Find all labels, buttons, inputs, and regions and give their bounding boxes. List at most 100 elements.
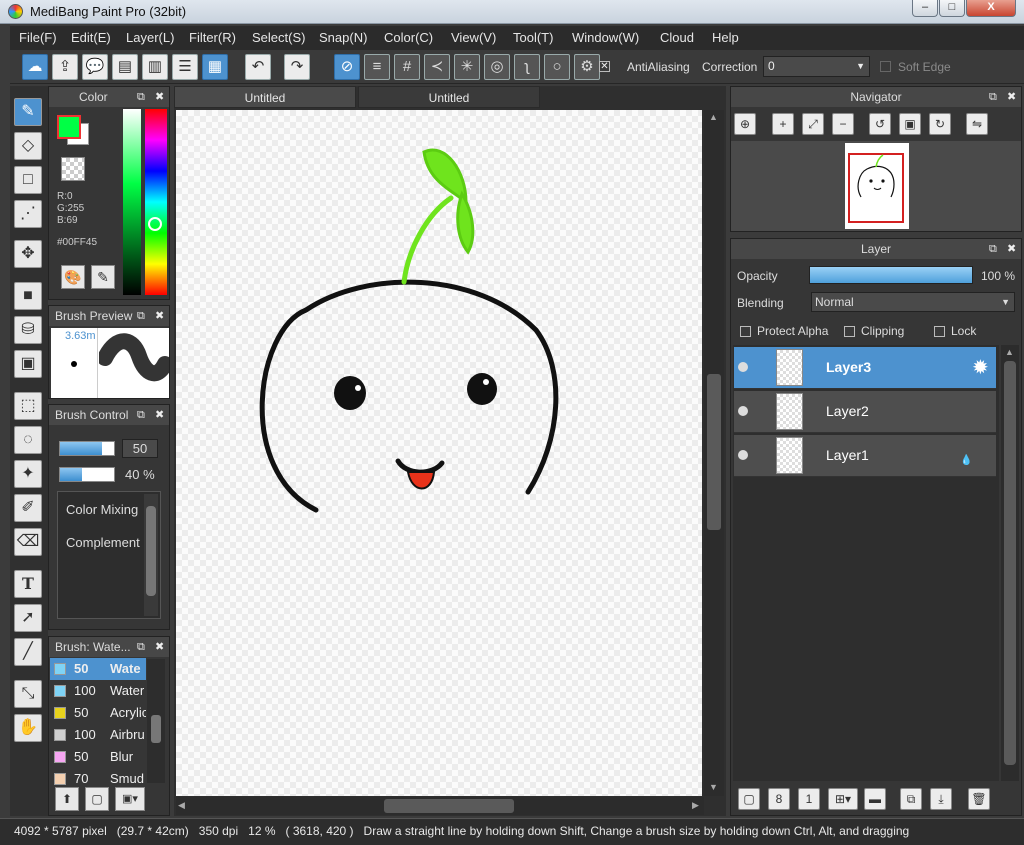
horizontal-scrollbar[interactable]: ◀ ▶ (176, 797, 704, 815)
snap-settings-icon[interactable]: ⚙ (574, 54, 600, 80)
maximize-button[interactable]: □ (939, 0, 965, 17)
eyedropper-icon[interactable]: ⤡ (14, 680, 42, 708)
horizontal-scroll-thumb[interactable] (384, 799, 514, 813)
new-layer-icon[interactable]: ▢ (738, 788, 760, 810)
cloud-sync-icon[interactable]: ☁ (22, 54, 48, 80)
visibility-icon[interactable] (738, 362, 748, 372)
menu-cloud[interactable]: Cloud (660, 30, 694, 45)
rotate-right-icon[interactable]: ↻ (929, 113, 951, 135)
eraser-tool-icon[interactable]: ◇ (14, 132, 42, 160)
popout-icon[interactable]: ⧉ (137, 87, 145, 107)
menu-help[interactable]: Help (712, 30, 739, 45)
menu-select[interactable]: Select(S) (252, 30, 305, 45)
visibility-icon[interactable] (738, 406, 748, 416)
redo-icon[interactable]: ↷ (284, 54, 310, 80)
brush-size-value[interactable]: 50 (122, 439, 158, 458)
brush-list-item[interactable]: 100 Water (50, 680, 146, 702)
close-icon[interactable]: ✖ (1007, 87, 1016, 107)
correction-select[interactable]: 0 ▼ (763, 56, 870, 77)
option-color-mixing[interactable]: Color Mixing (66, 502, 138, 517)
select-rect-icon[interactable]: ⬚ (14, 392, 42, 420)
parallel-snap-icon[interactable]: ≡ (364, 54, 390, 80)
popout-icon[interactable]: ⧉ (137, 405, 145, 425)
visibility-icon[interactable] (738, 450, 748, 460)
hue-slider[interactable] (145, 109, 167, 295)
vertical-scroll-thumb[interactable] (707, 374, 721, 530)
radial-snap-icon[interactable]: ✳ (454, 54, 480, 80)
brush-size-slider[interactable] (59, 441, 115, 456)
brush-list-item[interactable]: 50 Blur (50, 746, 146, 768)
new-1bit-layer-icon[interactable]: 1 (798, 788, 820, 810)
circle-snap-icon[interactable]: ◎ (484, 54, 510, 80)
snap-off-icon[interactable]: ⊘ (334, 54, 360, 80)
clipping-checkbox[interactable] (844, 326, 855, 337)
new-8bit-layer-icon[interactable]: 8 (768, 788, 790, 810)
tab-untitled-2[interactable]: Untitled (358, 86, 540, 108)
scroll-left-icon[interactable]: ◀ (178, 800, 185, 811)
message-icon[interactable]: ▤ (112, 54, 138, 80)
layer-scrollbar[interactable]: ▲ (1001, 345, 1019, 781)
undo-icon[interactable]: ↶ (245, 54, 271, 80)
curve-snap-icon[interactable]: ʅ (514, 54, 540, 80)
tab-untitled-1[interactable]: Untitled (174, 86, 356, 108)
operation-tool-icon[interactable]: ➚ (14, 604, 42, 632)
menu-color[interactable]: Color(C) (384, 30, 433, 45)
close-icon[interactable]: ✖ (155, 405, 164, 425)
move-tool-icon[interactable]: ✥ (14, 240, 42, 268)
brush-list-scrollbar[interactable] (147, 659, 165, 783)
popout-icon[interactable]: ⧉ (989, 239, 997, 259)
brush-list-item[interactable]: 100 Airbru (50, 724, 146, 746)
select-eraser-icon[interactable]: ⌫ (14, 528, 42, 556)
menu-window[interactable]: Window(W) (572, 30, 639, 45)
hue-handle[interactable] (148, 217, 162, 231)
brightness-slider[interactable] (123, 109, 141, 295)
menu-file[interactable]: File(F) (19, 30, 57, 45)
navigator-thumbnail[interactable] (845, 143, 909, 229)
duplicate-layer-icon[interactable]: ⧉ (900, 788, 922, 810)
popout-icon[interactable]: ⧉ (137, 306, 145, 326)
close-icon[interactable]: ✖ (1007, 239, 1016, 259)
menu-filter[interactable]: Filter(R) (189, 30, 236, 45)
close-icon[interactable]: ✖ (155, 637, 164, 657)
antialiasing-checkbox[interactable]: ✕ (599, 61, 610, 72)
magic-wand-icon[interactable]: ✦ (14, 460, 42, 488)
menu-snap[interactable]: Snap(N) (319, 30, 367, 45)
menu-edit[interactable]: Edit(E) (71, 30, 111, 45)
brush-cloud-icon[interactable]: ⬆ (55, 787, 79, 811)
divide-tool-icon[interactable]: ╱ (14, 638, 42, 666)
hand-tool-icon[interactable]: ✋ (14, 714, 42, 742)
brush-opacity-slider[interactable] (59, 467, 115, 482)
text-tool-icon[interactable]: T (14, 570, 42, 598)
layer-opacity-slider[interactable] (809, 266, 973, 284)
options-scrollbar[interactable] (144, 494, 158, 616)
folder-icon[interactable]: ▬ (864, 788, 886, 810)
fit-window-icon[interactable]: ⤢ (802, 113, 824, 135)
scroll-right-icon[interactable]: ▶ (692, 800, 699, 811)
foreground-color-swatch[interactable] (57, 115, 81, 139)
bucket-tool-icon[interactable]: ⛁ (14, 316, 42, 344)
new-brush-icon[interactable]: ▢ (85, 787, 109, 811)
blending-select[interactable]: Normal ▼ (811, 292, 1015, 312)
shape-tool-icon[interactable]: □ (14, 166, 42, 194)
zoom-fit-icon[interactable]: ⊕ (734, 113, 756, 135)
fill-rect-tool-icon[interactable]: ■ (14, 282, 42, 310)
delete-layer-icon[interactable]: 🗑 (968, 788, 990, 810)
brush-list-item[interactable]: 50 Wate (50, 658, 146, 680)
drawing-canvas[interactable] (176, 110, 702, 796)
zoom-out-icon[interactable]: − (832, 113, 854, 135)
close-icon[interactable]: ✖ (155, 87, 164, 107)
vanishing-snap-icon[interactable]: ≺ (424, 54, 450, 80)
layer-scroll-thumb[interactable] (1004, 361, 1016, 765)
brush-tool-icon[interactable]: ✎ (14, 98, 42, 126)
palette-icon[interactable]: 🎨 (61, 265, 85, 289)
dot-tool-icon[interactable]: ⋰ (14, 200, 42, 228)
menu-layer[interactable]: Layer(L) (126, 30, 174, 45)
brush-list-item[interactable]: 50 Acrylic (50, 702, 146, 724)
layer-row[interactable]: Layer1 💧 (734, 435, 996, 477)
vertical-scrollbar[interactable]: ▲ ▼ (704, 110, 724, 796)
reset-view-icon[interactable]: ▣ (899, 113, 921, 135)
transparent-color-swatch[interactable] (61, 157, 85, 181)
option-complement[interactable]: Complement (66, 535, 140, 550)
popout-icon[interactable]: ⧉ (137, 637, 145, 657)
scroll-down-icon[interactable]: ▼ (709, 782, 718, 792)
